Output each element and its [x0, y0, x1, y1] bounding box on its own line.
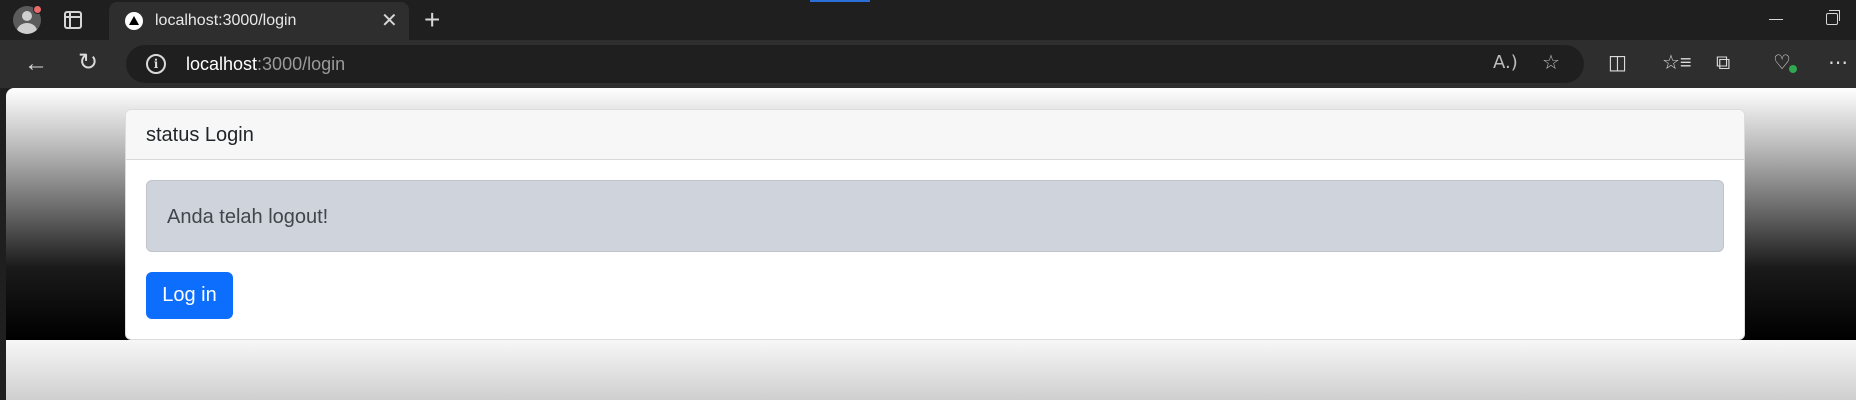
collections-icon[interactable]: ⧉	[1716, 51, 1730, 75]
card-header: status Login	[126, 110, 1744, 160]
avatar-body	[17, 23, 37, 34]
tab-title: localhost:3000/login	[155, 12, 297, 29]
tab-strip: localhost:3000/login ✕ +	[0, 0, 1856, 40]
read-aloud-icon[interactable]: A.)	[1493, 51, 1518, 75]
restore-icon[interactable]	[1826, 10, 1840, 25]
star-icon[interactable]: ☆	[1542, 51, 1560, 75]
status-card: status Login Anda telah logout! Log in	[125, 109, 1745, 340]
heart-pulse-icon[interactable]: ♡	[1773, 51, 1791, 75]
status-dot	[1789, 65, 1797, 73]
avatar-head	[22, 11, 32, 21]
reload-icon[interactable]: ↻	[78, 51, 98, 75]
close-tab-icon[interactable]: ✕	[381, 11, 398, 31]
card-title: status Login	[146, 124, 254, 146]
login-button[interactable]: Log in	[146, 272, 233, 319]
minimize-icon[interactable]	[1769, 19, 1783, 20]
alert-message: Anda telah logout!	[167, 206, 329, 228]
more-icon[interactable]: ⋯	[1828, 51, 1849, 75]
favicon-icon	[125, 12, 143, 30]
address-bar[interactable]: i localhost:3000/login A.) ☆	[126, 45, 1584, 83]
url-text[interactable]: localhost:3000/login	[186, 54, 345, 75]
back-arrow-icon[interactable]: ←	[24, 52, 48, 76]
profile-notification-dot	[33, 5, 42, 14]
page-viewport: status Login Anda telah logout! Log in	[6, 88, 1856, 400]
url-path: :3000/login	[257, 54, 346, 74]
active-tab[interactable]: localhost:3000/login ✕	[109, 2, 409, 40]
url-host: localhost	[186, 54, 258, 74]
new-tab-icon[interactable]: +	[424, 5, 440, 35]
window-accent	[810, 0, 870, 2]
browser-toolbar: ← ↻ i localhost:3000/login A.) ☆	[0, 40, 1856, 88]
favorites-icon[interactable]: ☆≡	[1662, 51, 1692, 75]
split-screen-icon[interactable]: ◫	[1608, 51, 1627, 75]
info-icon[interactable]: i	[146, 54, 166, 74]
logout-alert: Anda telah logout!	[146, 180, 1724, 252]
tab-actions-icon[interactable]	[64, 11, 82, 29]
